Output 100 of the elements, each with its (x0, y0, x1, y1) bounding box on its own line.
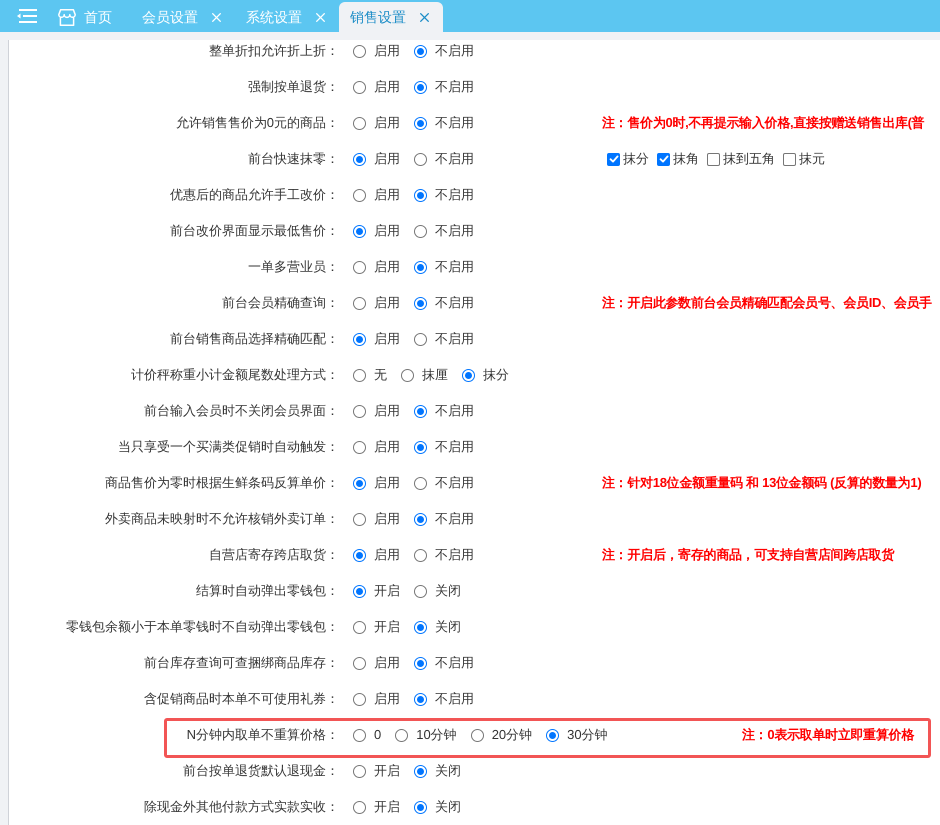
radio-option[interactable]: 开启 (353, 617, 400, 637)
radio-option[interactable]: 不启用 (414, 149, 474, 169)
radio-icon[interactable] (353, 296, 366, 310)
radio-option[interactable]: 不启用 (414, 77, 474, 97)
radio-option[interactable]: 启用 (353, 401, 400, 421)
radio-icon[interactable] (353, 116, 366, 130)
radio-option[interactable]: 启用 (353, 329, 400, 349)
radio-icon[interactable] (353, 224, 366, 238)
radio-icon[interactable] (353, 800, 366, 814)
radio-option[interactable]: 启用 (353, 221, 400, 241)
radio-icon[interactable] (414, 512, 427, 526)
radio-icon[interactable] (353, 512, 366, 526)
radio-option[interactable]: 不启用 (414, 113, 474, 133)
radio-icon[interactable] (401, 368, 414, 382)
radio-icon[interactable] (414, 152, 427, 166)
radio-icon[interactable] (462, 368, 475, 382)
checkbox-option[interactable]: 抹元 (783, 149, 825, 169)
radio-option[interactable]: 开启 (353, 761, 400, 781)
radio-option[interactable]: 启用 (353, 257, 400, 277)
radio-option[interactable]: 20分钟 (470, 725, 532, 745)
checkbox-icon[interactable] (783, 152, 796, 166)
radio-icon[interactable] (353, 332, 366, 346)
radio-icon[interactable] (353, 368, 366, 382)
checkbox-icon[interactable] (657, 152, 670, 166)
radio-icon[interactable] (395, 728, 408, 742)
radio-icon[interactable] (353, 404, 366, 418)
radio-option[interactable]: 0 (353, 725, 382, 745)
radio-icon[interactable] (414, 80, 427, 94)
radio-option[interactable]: 关闭 (414, 581, 461, 601)
radio-option[interactable]: 关闭 (414, 761, 461, 781)
radio-option[interactable]: 不启用 (414, 437, 474, 457)
radio-icon[interactable] (353, 152, 366, 166)
radio-option[interactable]: 10分钟 (395, 725, 457, 745)
radio-option[interactable]: 启用 (353, 473, 400, 493)
checkbox-option[interactable]: 抹角 (657, 149, 699, 169)
radio-option[interactable]: 启用 (353, 545, 400, 565)
radio-icon[interactable] (414, 224, 427, 238)
radio-icon[interactable] (414, 296, 427, 310)
radio-icon[interactable] (353, 692, 366, 706)
radio-icon[interactable] (353, 188, 366, 202)
radio-icon[interactable] (353, 548, 366, 562)
radio-option[interactable]: 启用 (353, 185, 400, 205)
radio-icon[interactable] (414, 692, 427, 706)
radio-icon[interactable] (414, 260, 427, 274)
radio-icon[interactable] (353, 656, 366, 670)
radio-icon[interactable] (353, 620, 366, 634)
radio-option[interactable]: 无 (353, 365, 387, 385)
radio-option[interactable]: 启用 (353, 689, 400, 709)
radio-option[interactable]: 抹厘 (401, 365, 448, 385)
radio-icon[interactable] (470, 728, 484, 742)
checkbox-icon[interactable] (607, 152, 620, 166)
radio-option[interactable]: 不启用 (414, 329, 474, 349)
radio-icon[interactable] (414, 800, 427, 814)
checkbox-icon[interactable] (707, 152, 720, 166)
radio-option[interactable]: 不启用 (414, 221, 474, 241)
radio-icon[interactable] (353, 728, 366, 742)
radio-icon[interactable] (546, 728, 560, 742)
radio-icon[interactable] (414, 764, 427, 778)
radio-icon[interactable] (414, 332, 427, 346)
radio-option[interactable]: 不启用 (414, 545, 474, 565)
radio-icon[interactable] (353, 44, 366, 58)
radio-icon[interactable] (414, 656, 427, 670)
radio-icon[interactable] (414, 404, 427, 418)
radio-option[interactable]: 关闭 (414, 617, 461, 637)
checkbox-option[interactable]: 抹到五角 (707, 149, 775, 169)
radio-icon[interactable] (414, 584, 427, 598)
radio-option[interactable]: 不启用 (414, 473, 474, 493)
radio-option[interactable]: 30分钟 (546, 725, 608, 745)
radio-option[interactable]: 启用 (353, 437, 400, 457)
radio-option[interactable]: 不启用 (414, 41, 474, 61)
radio-option[interactable]: 启用 (353, 149, 400, 169)
radio-option[interactable]: 不启用 (414, 509, 474, 529)
radio-icon[interactable] (414, 116, 427, 130)
radio-option[interactable]: 抹分 (462, 365, 509, 385)
radio-option[interactable]: 启用 (353, 41, 400, 61)
radio-option[interactable]: 开启 (353, 581, 400, 601)
radio-icon[interactable] (353, 764, 366, 778)
radio-icon[interactable] (353, 476, 366, 490)
radio-option[interactable]: 不启用 (414, 185, 474, 205)
radio-option[interactable]: 不启用 (414, 653, 474, 673)
radio-option[interactable]: 启用 (353, 113, 400, 133)
radio-option[interactable]: 开启 (353, 797, 400, 817)
radio-icon[interactable] (414, 440, 427, 454)
radio-icon[interactable] (353, 584, 366, 598)
radio-icon[interactable] (414, 476, 427, 490)
radio-option[interactable]: 关闭 (414, 797, 461, 817)
radio-icon[interactable] (414, 188, 427, 202)
radio-option[interactable]: 不启用 (414, 689, 474, 709)
radio-option[interactable]: 不启用 (414, 257, 474, 277)
radio-icon[interactable] (414, 620, 427, 634)
close-icon[interactable] (420, 12, 429, 22)
radio-icon[interactable] (414, 44, 427, 58)
radio-option[interactable]: 不启用 (414, 401, 474, 421)
radio-option[interactable]: 启用 (353, 293, 400, 313)
radio-icon[interactable] (353, 80, 366, 94)
radio-option[interactable]: 启用 (353, 77, 400, 97)
radio-icon[interactable] (353, 440, 366, 454)
radio-icon[interactable] (414, 548, 427, 562)
radio-option[interactable]: 启用 (353, 653, 400, 673)
radio-icon[interactable] (353, 260, 366, 274)
